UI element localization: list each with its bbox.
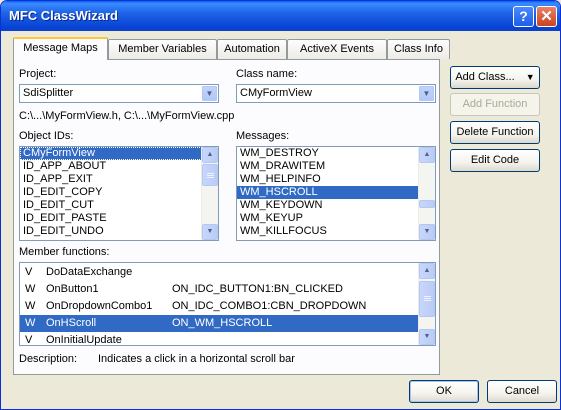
- member-function-row[interactable]: V DoDataExchange: [20, 264, 435, 281]
- object-ids-scrollbar[interactable]: ▲ ▼: [201, 147, 218, 240]
- object-id-item[interactable]: ID_EDIT_CUT: [20, 199, 218, 212]
- member-functions-list[interactable]: V DoDataExchange W OnButton1 ON_IDC_BUTTON1:…: [19, 262, 436, 346]
- message-item[interactable]: WM_HELPINFO: [237, 173, 435, 186]
- messages-label: Messages:: [236, 130, 290, 142]
- messages-scrollbar[interactable]: ▲ ▼: [418, 147, 435, 240]
- object-id-item[interactable]: ID_EDIT_COPY: [20, 186, 218, 199]
- close-button[interactable]: ✕: [536, 6, 557, 27]
- function-handler: ON_WM_HSCROLL: [172, 317, 273, 329]
- project-combo[interactable]: SdiSplitter ▼: [19, 84, 219, 103]
- function-handler: ON_IDC_COMBO1:CBN_DROPDOWN: [172, 300, 367, 312]
- message-item[interactable]: WM_KEYUP: [237, 212, 435, 225]
- function-name: OnInitialUpdate: [46, 334, 122, 346]
- function-name: OnDropdownCombo1: [46, 300, 153, 312]
- tab-activex-events[interactable]: ActiveX Events: [287, 39, 387, 59]
- scroll-up-icon[interactable]: ▲: [419, 147, 435, 163]
- scroll-down-icon[interactable]: ▼: [419, 329, 435, 345]
- scroll-thumb[interactable]: [419, 281, 435, 317]
- object-id-item[interactable]: ID_APP_EXIT: [20, 173, 218, 186]
- description-text: Indicates a click in a horizontal scroll…: [98, 353, 295, 365]
- add-function-button[interactable]: Add Function: [450, 93, 540, 116]
- dialog-body: Message Maps Member Variables Automation…: [4, 31, 557, 408]
- file-path: C:\...\MyFormView.h, C:\...\MyFormView.c…: [19, 110, 235, 122]
- messages-list[interactable]: WM_DESTROY WM_DRAWITEM WM_HELPINFO WM_HSCRO…: [236, 146, 436, 241]
- project-label: Project:: [19, 68, 57, 80]
- description-label: Description:: [19, 353, 78, 365]
- help-button[interactable]: ?: [513, 6, 534, 27]
- chevron-down-icon[interactable]: ▼: [202, 86, 217, 101]
- class-name-value: CMyFormView: [240, 87, 312, 99]
- object-ids-label: Object IDs:: [19, 130, 74, 142]
- function-name: OnHScroll: [46, 317, 97, 329]
- function-handler: ON_IDC_BUTTON1:BN_CLICKED: [172, 283, 343, 295]
- member-functions-scrollbar[interactable]: ▲ ▼: [418, 263, 435, 345]
- project-value: SdiSplitter: [23, 87, 74, 99]
- member-function-row[interactable]: V OnInitialUpdate: [20, 332, 435, 346]
- add-class-label: Add Class...: [455, 71, 515, 83]
- function-type-marker: V: [25, 334, 33, 346]
- message-item[interactable]: WM_HSCROLL: [237, 186, 435, 199]
- function-type-marker: V: [25, 266, 33, 278]
- delete-function-button[interactable]: Delete Function: [450, 121, 540, 144]
- class-name-combo[interactable]: CMyFormView ▼: [236, 84, 436, 103]
- member-function-row[interactable]: W OnDropdownCombo1 ON_IDC_COMBO1:CBN_DROPD…: [20, 298, 435, 315]
- object-id-item[interactable]: CMyFormView: [20, 147, 218, 160]
- scroll-thumb[interactable]: [202, 164, 218, 186]
- function-type-marker: W: [25, 300, 36, 312]
- tab-message-maps[interactable]: Message Maps: [13, 37, 108, 60]
- message-item[interactable]: WM_DRAWITEM: [237, 160, 435, 173]
- window-title: MFC ClassWizard: [9, 8, 118, 23]
- classwizard-window: MFC ClassWizard ? ✕ Message Maps Member …: [0, 0, 561, 410]
- chevron-down-icon[interactable]: ▼: [419, 86, 434, 101]
- scroll-thumb[interactable]: [419, 200, 435, 208]
- scroll-up-icon[interactable]: ▲: [202, 147, 218, 163]
- edit-code-button[interactable]: Edit Code: [450, 149, 540, 172]
- message-item[interactable]: WM_KILLFOCUS: [237, 225, 435, 238]
- dropdown-arrow-icon: ▼: [525, 72, 535, 82]
- scroll-down-icon[interactable]: ▼: [202, 224, 218, 240]
- member-function-row[interactable]: W OnHScroll ON_WM_HSCROLL: [20, 315, 435, 332]
- function-name: DoDataExchange: [46, 266, 133, 278]
- member-functions-label: Member functions:: [19, 246, 110, 258]
- object-ids-list[interactable]: CMyFormView ID_APP_ABOUT ID_APP_EXIT ID_EDI…: [19, 146, 219, 241]
- function-type-marker: W: [25, 283, 36, 295]
- message-item[interactable]: WM_KEYDOWN: [237, 199, 435, 212]
- member-function-row[interactable]: W OnButton1 ON_IDC_BUTTON1:BN_CLICKED: [20, 281, 435, 298]
- object-id-item[interactable]: ID_APP_ABOUT: [20, 160, 218, 173]
- tab-member-variables[interactable]: Member Variables: [108, 39, 217, 59]
- message-item[interactable]: WM_DESTROY: [237, 147, 435, 160]
- scroll-down-icon[interactable]: ▼: [419, 224, 435, 240]
- function-type-marker: W: [25, 317, 36, 329]
- scroll-up-icon[interactable]: ▲: [419, 263, 435, 279]
- cancel-button[interactable]: Cancel: [487, 380, 557, 403]
- function-name: OnButton1: [46, 283, 99, 295]
- title-bar[interactable]: MFC ClassWizard ? ✕: [1, 1, 560, 31]
- message-maps-panel: Project: SdiSplitter ▼ Class name: CMyFo…: [13, 59, 440, 375]
- tab-automation[interactable]: Automation: [217, 39, 287, 59]
- tab-class-info[interactable]: Class Info: [387, 39, 450, 59]
- object-id-item[interactable]: ID_EDIT_PASTE: [20, 212, 218, 225]
- class-name-label: Class name:: [236, 68, 298, 80]
- ok-button[interactable]: OK: [409, 380, 479, 403]
- add-class-button[interactable]: Add Class... ▼: [450, 66, 540, 89]
- object-id-item[interactable]: ID_EDIT_UNDO: [20, 225, 218, 238]
